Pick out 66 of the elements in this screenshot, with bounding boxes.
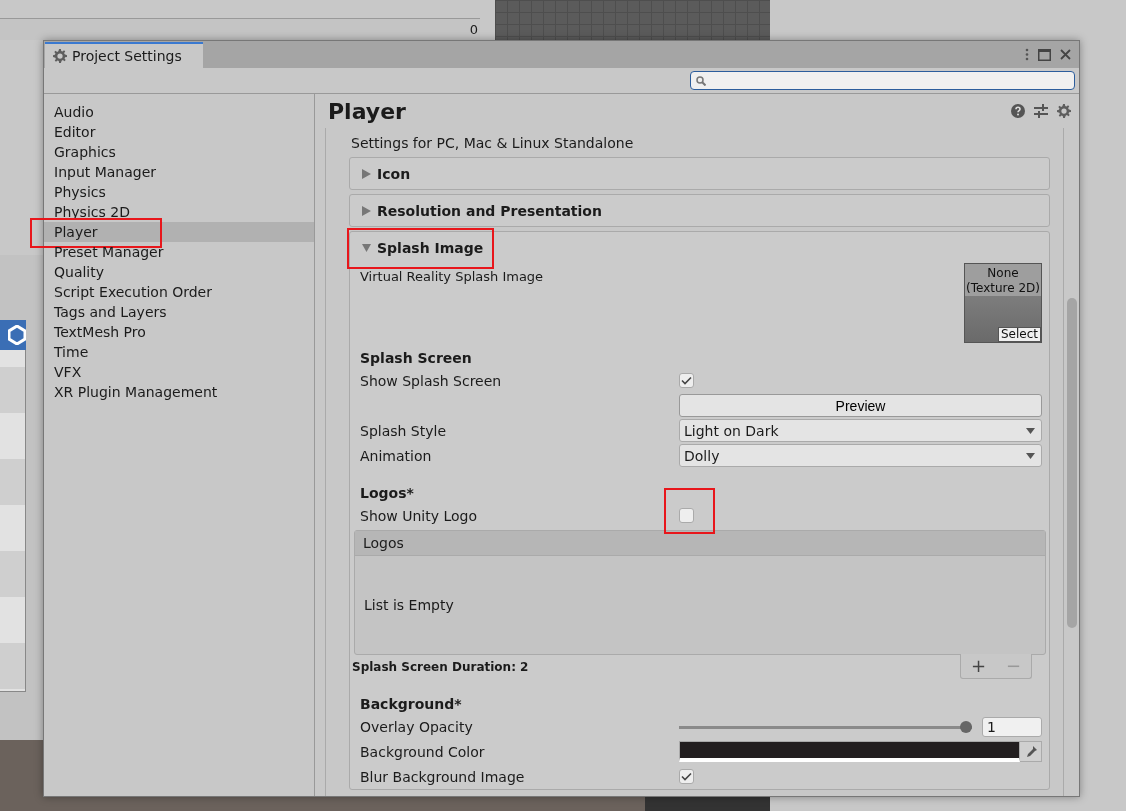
triangle-right-icon	[362, 168, 371, 179]
field-label: Show Unity Logo	[360, 507, 479, 524]
help-icon[interactable]	[1011, 104, 1025, 118]
caret-icon	[1026, 427, 1035, 434]
platform-caption: Settings for PC, Mac & Linux Standalone	[350, 134, 635, 153]
duration-label: Splash Screen Duration: 2	[352, 660, 529, 674]
sidebar-item[interactable]: Audio	[44, 102, 314, 122]
scrollbar[interactable]	[1063, 128, 1079, 796]
foldout-header[interactable]: Resolution and Presentation	[350, 195, 1049, 226]
preview-button[interactable]: Preview	[679, 394, 1042, 417]
texture-slot[interactable]: None (Texture 2D) Select	[964, 263, 1042, 343]
list-header: Logos	[355, 531, 1045, 556]
color-field[interactable]	[679, 741, 1020, 762]
sliders-icon[interactable]	[1034, 104, 1048, 118]
sidebar-item[interactable]: Player	[44, 222, 314, 242]
sidebar-item[interactable]: Tags and Layers	[44, 302, 314, 322]
field-label: Virtual Reality Splash Image	[360, 269, 544, 284]
caret-icon	[1026, 452, 1035, 459]
checkbox[interactable]	[679, 769, 694, 784]
sidebar-item[interactable]: Time	[44, 342, 314, 362]
more-icon[interactable]	[1025, 48, 1029, 61]
dropdown[interactable]: Light on Dark	[679, 419, 1042, 442]
number-field[interactable]: 1	[982, 716, 1042, 737]
inspector-title: Player	[328, 98, 406, 124]
sidebar-item[interactable]: Editor	[44, 122, 314, 142]
sidebar-item[interactable]: Quality	[44, 262, 314, 282]
eyedropper-icon[interactable]	[1020, 741, 1042, 762]
dropdown[interactable]: Dolly	[679, 444, 1042, 467]
checkbox[interactable]	[679, 373, 694, 388]
field-label: Background Color	[360, 743, 486, 760]
maximize-icon[interactable]	[1038, 48, 1051, 61]
group-heading: Background*	[360, 695, 463, 714]
field-label: Overlay Opacity	[360, 718, 474, 735]
slot-type-label: (Texture 2D)	[966, 281, 1040, 295]
field-label: Animation	[360, 447, 433, 464]
gear-icon	[53, 49, 67, 63]
search-field[interactable]	[690, 71, 1075, 90]
close-icon[interactable]	[1060, 49, 1071, 60]
search-icon	[696, 75, 706, 86]
triangle-right-icon	[362, 205, 371, 216]
sidebar-item[interactable]: XR Plugin Management	[44, 382, 314, 402]
sidebar-item[interactable]: Graphics	[44, 142, 314, 162]
empty-message: List is Empty	[364, 597, 454, 613]
field-label: Splash Style	[360, 422, 448, 439]
foldout-header[interactable]: Splash Image	[350, 232, 1049, 263]
number-field: 0	[0, 18, 480, 40]
field-label: Blur Background Image	[360, 768, 526, 785]
field-label: Show Splash Screen	[360, 372, 503, 389]
group-heading: Splash Screen	[360, 349, 473, 368]
slot-label: None	[987, 266, 1019, 280]
sidebar-item[interactable]: Physics	[44, 182, 314, 202]
sidebar-item[interactable]: TextMesh Pro	[44, 322, 314, 342]
settings-icon	[1057, 104, 1071, 118]
slider-thumb[interactable]	[960, 720, 972, 733]
add-button[interactable]: +	[970, 655, 987, 676]
sidebar-item[interactable]: Script Execution Order	[44, 282, 314, 302]
sidebar-item[interactable]: VFX	[44, 362, 314, 382]
sidebar-item[interactable]: Physics 2D	[44, 202, 314, 222]
select-button[interactable]: Select	[997, 327, 1041, 342]
sidebar-item[interactable]: Input Manager	[44, 162, 314, 182]
triangle-down-icon	[362, 242, 371, 253]
checkbox[interactable]	[679, 508, 694, 523]
sidebar-item[interactable]: Preset Manager	[44, 242, 314, 262]
foldout-header[interactable]: Icon	[350, 158, 1049, 189]
group-heading: Logos*	[360, 484, 415, 503]
window-tab[interactable]: Project Settings	[45, 42, 203, 68]
